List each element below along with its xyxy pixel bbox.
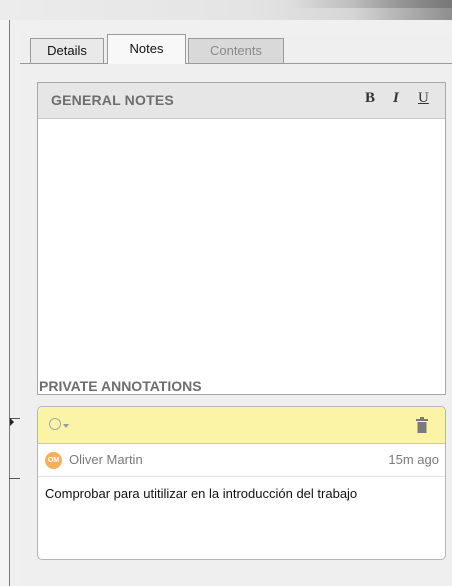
tab-contents[interactable]: Contents	[188, 38, 284, 63]
tab-bar: Details Notes Contents	[20, 34, 452, 64]
notes-panel: Details Notes Contents GENERAL NOTES B I…	[20, 34, 452, 586]
empty-circle-icon[interactable]	[49, 418, 61, 430]
window-top-shadow	[290, 0, 452, 8]
bold-button[interactable]: B	[365, 90, 375, 107]
private-annotations-title: PRIVATE ANNOTATIONS	[39, 378, 202, 394]
tab-details[interactable]: Details	[30, 38, 104, 63]
trash-icon[interactable]	[416, 417, 428, 433]
annotation-timestamp: 15m ago	[388, 452, 439, 467]
general-notes-header: GENERAL NOTES B I U	[38, 83, 445, 119]
author-name: Oliver Martin	[69, 452, 143, 467]
tab-notes[interactable]: Notes	[107, 34, 186, 64]
italic-button[interactable]: I	[393, 90, 399, 107]
avatar: OM	[45, 452, 62, 469]
status-dropdown-caret-icon[interactable]	[63, 424, 69, 428]
annotation-text[interactable]: Comprobar para utitilizar en la introduc…	[45, 485, 430, 502]
annotation-toolbar	[38, 407, 445, 444]
tab-bar-divider	[20, 63, 452, 64]
splitter-arrow-icon[interactable]	[10, 418, 14, 426]
left-splitter[interactable]	[0, 20, 10, 586]
general-notes-box: GENERAL NOTES B I U	[37, 82, 446, 395]
annotation-author-row: OM Oliver Martin 15m ago	[38, 444, 445, 477]
general-notes-textarea[interactable]	[38, 119, 445, 394]
general-notes-title: GENERAL NOTES	[51, 92, 174, 108]
annotation-card: OM Oliver Martin 15m ago Comprobar para …	[37, 406, 446, 560]
underline-button[interactable]: U	[418, 90, 429, 107]
